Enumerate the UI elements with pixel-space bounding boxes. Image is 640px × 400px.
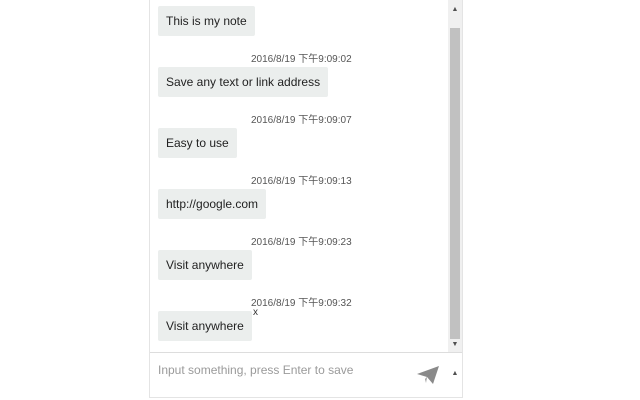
notes-list: This is my note 2016/8/19 下午9:09:02 Save… <box>150 0 448 352</box>
note-bubble[interactable]: http://google.com <box>158 189 267 219</box>
note-input[interactable] <box>158 361 413 379</box>
note-timestamp: 2016/8/19 下午9:09:07 <box>251 115 352 126</box>
delete-note-button[interactable]: x <box>253 307 258 318</box>
triangle-down-icon[interactable]: ▼ <box>448 337 462 353</box>
note-bubble[interactable]: This is my note <box>158 6 255 36</box>
scrollbar-thumb[interactable] <box>450 28 460 339</box>
note-bubble[interactable]: Visit anywhere <box>158 311 252 341</box>
note-bubble[interactable]: Save any text or link address <box>158 67 329 97</box>
triangle-up-icon[interactable]: ▲ <box>450 367 460 381</box>
note-timestamp: 2016/8/19 下午9:09:02 <box>251 54 352 65</box>
notes-panel: This is my note 2016/8/19 下午9:09:02 Save… <box>149 0 463 398</box>
note-timestamp: 2016/8/19 下午9:09:13 <box>251 176 352 187</box>
send-button[interactable] <box>416 365 440 385</box>
note-input-bar: ▲ <box>150 352 462 397</box>
note-timestamp: 2016/8/19 下午9:09:32 <box>251 298 352 309</box>
note-bubble[interactable]: Easy to use <box>158 128 237 158</box>
triangle-up-icon[interactable]: ▲ <box>448 2 462 18</box>
vertical-scrollbar[interactable]: ▲ ▼ <box>448 0 462 352</box>
paper-plane-icon <box>417 366 439 384</box>
note-timestamp: 2016/8/19 下午9:09:23 <box>251 237 352 248</box>
note-bubble[interactable]: Visit anywhere <box>158 250 252 280</box>
